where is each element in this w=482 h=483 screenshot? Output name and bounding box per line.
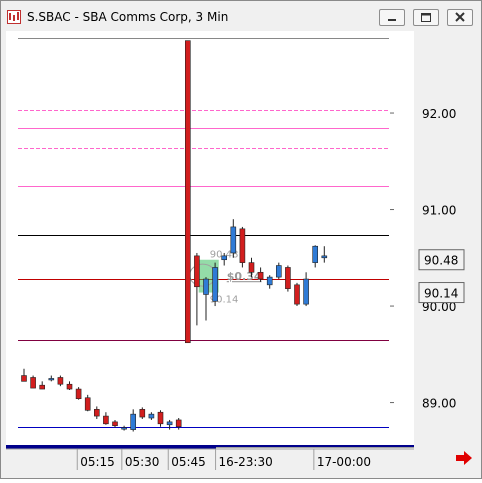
- candle-body[interactable]: [257, 271, 264, 280]
- plot-area[interactable]: [6, 31, 390, 446]
- price-chart[interactable]: 90.48 $0.34 90.14 92.00 91.00 90.00 89.00 90.…: [0, 0, 482, 483]
- candle-body[interactable]: [203, 278, 209, 295]
- candle-body[interactable]: [112, 421, 118, 427]
- candle-body[interactable]: [94, 409, 100, 417]
- price-axis[interactable]: [390, 31, 414, 446]
- scroll-indicator[interactable]: [6, 445, 216, 449]
- x-tick-label: 17-00:00: [317, 455, 371, 469]
- candle-body[interactable]: [66, 383, 73, 390]
- candle-body[interactable]: [303, 278, 309, 305]
- candle-body[interactable]: [185, 40, 191, 344]
- candle-body[interactable]: [157, 411, 164, 425]
- candle-body[interactable]: [39, 384, 46, 390]
- x-tick-label: 05:45: [171, 455, 206, 469]
- candle-body[interactable]: [321, 255, 328, 259]
- candle-body[interactable]: [75, 388, 82, 400]
- candle-body[interactable]: [103, 415, 109, 425]
- measure-difference-label: $0.34: [227, 270, 262, 283]
- candle-body[interactable]: [239, 228, 246, 263]
- x-tick-label: 16-23:30: [219, 455, 273, 469]
- y-tick-label: 92.00: [422, 107, 456, 121]
- candle-body[interactable]: [175, 419, 182, 427]
- candle-body[interactable]: [248, 262, 255, 273]
- candle-body[interactable]: [57, 377, 64, 385]
- candle-body[interactable]: [84, 397, 91, 411]
- price-label: 90.14: [424, 287, 458, 301]
- x-tick-label: 05:30: [125, 455, 160, 469]
- candle-body[interactable]: [285, 267, 291, 289]
- candle-body[interactable]: [312, 245, 319, 263]
- candle-body[interactable]: [139, 409, 146, 418]
- candle-body[interactable]: [212, 267, 218, 302]
- candle-body[interactable]: [266, 276, 273, 286]
- candle-body[interactable]: [130, 413, 136, 430]
- candle-body[interactable]: [48, 378, 55, 381]
- candle-body[interactable]: [194, 255, 200, 288]
- candle-body[interactable]: [21, 375, 27, 382]
- candle-body[interactable]: [221, 255, 227, 261]
- chart-canvas[interactable]: 90.48$0.3490.14 92.0091.0090.0089.00 90.…: [0, 0, 482, 479]
- candle-body[interactable]: [166, 421, 173, 426]
- right-arrow-icon[interactable]: [455, 451, 473, 465]
- candle-body[interactable]: [294, 284, 300, 305]
- candle-body[interactable]: [121, 427, 127, 430]
- y-tick-label: 89.00: [422, 397, 456, 411]
- candle-body[interactable]: [30, 377, 36, 389]
- x-tick-label: 05:15: [80, 455, 115, 469]
- candle-body[interactable]: [275, 265, 282, 278]
- candle-body[interactable]: [148, 413, 155, 419]
- candle-body[interactable]: [230, 226, 237, 254]
- y-tick-label: 91.00: [422, 204, 456, 218]
- price-label: 90.48: [424, 254, 458, 268]
